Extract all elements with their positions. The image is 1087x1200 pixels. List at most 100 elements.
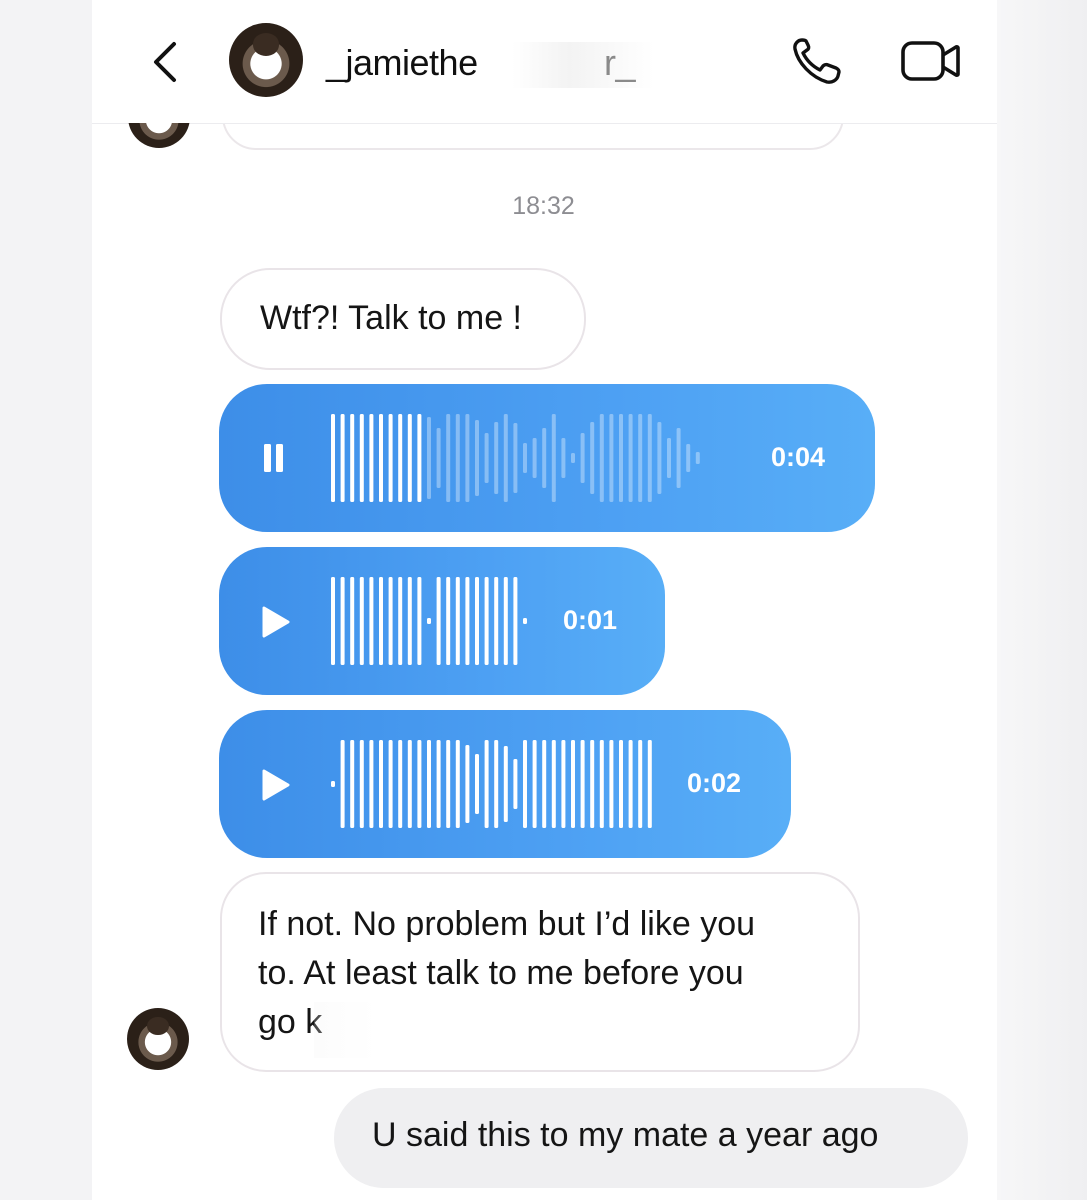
waveform-bar	[609, 740, 614, 828]
waveform[interactable]	[329, 384, 749, 532]
header-divider	[92, 123, 997, 124]
waveform-bar	[647, 740, 652, 828]
avatar[interactable]	[229, 23, 303, 97]
chat-username-tail: r_	[604, 42, 636, 83]
voice-duration: 0:02	[687, 768, 742, 798]
waveform-bar	[580, 433, 585, 483]
waveform-bar	[503, 746, 508, 822]
waveform-bar	[523, 443, 527, 473]
waveform-bar	[475, 420, 479, 496]
waveform-bar	[436, 428, 441, 488]
voice-duration: 0:04	[771, 442, 826, 472]
received-message[interactable]: Wtf?! Talk to me !	[220, 268, 586, 370]
chat-username[interactable]: _jamiethe	[326, 42, 478, 84]
waveform-bar	[599, 740, 604, 828]
waveform-bar	[494, 740, 499, 828]
voice-message[interactable]: 0:04	[219, 384, 875, 532]
background-edge	[997, 0, 1087, 1200]
waveform-bar	[369, 577, 374, 665]
waveform-bar	[638, 414, 643, 502]
waveform-bar	[523, 740, 527, 828]
received-message[interactable]: If not. No problem but I’d like you to. …	[220, 872, 860, 1072]
waveform[interactable]	[329, 710, 667, 858]
message-timestamp: 18:32	[512, 192, 575, 220]
waveform-bar	[475, 754, 479, 814]
waveform-bar	[359, 740, 364, 828]
waveform-bar	[455, 740, 460, 828]
waveform-bar	[455, 414, 460, 502]
waveform-bar	[657, 422, 662, 494]
waveform-bar	[494, 422, 499, 494]
waveform-bar	[551, 414, 556, 502]
waveform-bar	[465, 745, 470, 823]
waveform-bar	[686, 444, 691, 472]
waveform-bar	[340, 414, 345, 502]
waveform-bar	[494, 577, 499, 665]
waveform-bar	[379, 740, 383, 828]
waveform-bar	[436, 740, 441, 828]
play-icon[interactable]	[261, 605, 291, 639]
chevron-left-icon[interactable]	[146, 38, 186, 86]
waveform-bar	[503, 577, 508, 665]
waveform-bar	[388, 577, 393, 665]
waveform-bar	[571, 740, 575, 828]
waveform-bar	[369, 740, 374, 828]
waveform-bar	[350, 414, 355, 502]
waveform-bar	[369, 414, 374, 502]
waveform-bar	[417, 414, 422, 502]
waveform-bar	[417, 740, 422, 828]
waveform-bar	[638, 740, 643, 828]
waveform-bar	[571, 453, 575, 463]
waveform-bar	[619, 414, 623, 502]
waveform-bar	[359, 414, 364, 502]
waveform-bar	[475, 577, 479, 665]
waveform-bar	[561, 740, 566, 828]
waveform-bar	[379, 577, 383, 665]
waveform-bar	[523, 618, 527, 624]
waveform-bar	[484, 577, 489, 665]
voice-message[interactable]: 0:02	[219, 710, 791, 858]
video-camera-icon[interactable]	[900, 38, 962, 84]
waveform-bar	[580, 740, 585, 828]
voice-message[interactable]: 0:01	[219, 547, 665, 695]
waveform-bar	[513, 577, 518, 665]
waveform-bar	[427, 618, 431, 624]
waveform-bar	[359, 577, 364, 665]
waveform-bar	[465, 414, 470, 502]
waveform[interactable]	[329, 547, 543, 695]
waveform-bar	[350, 740, 355, 828]
waveform-bar	[407, 414, 412, 502]
waveform-bar	[503, 414, 508, 502]
redaction-blur	[314, 1002, 494, 1058]
waveform-bar	[340, 740, 345, 828]
sent-message[interactable]: U said this to my mate a year ago	[334, 1088, 968, 1188]
waveform-bar	[542, 740, 547, 828]
waveform-bar	[398, 414, 403, 502]
waveform-bar	[331, 781, 335, 787]
waveform-bar	[628, 740, 633, 828]
waveform-bar	[695, 452, 700, 464]
waveform-bar	[350, 577, 355, 665]
waveform-bar	[455, 577, 460, 665]
waveform-bar	[446, 740, 451, 828]
waveform-bar	[513, 759, 518, 809]
waveform-bar	[417, 577, 422, 665]
waveform-bar	[628, 414, 633, 502]
waveform-bar	[436, 577, 441, 665]
avatar[interactable]	[127, 1008, 189, 1070]
waveform-bar	[532, 740, 537, 828]
waveform-bar	[484, 740, 489, 828]
phone-icon[interactable]	[790, 36, 844, 86]
waveform-bar	[676, 428, 681, 488]
message-text: U said this to my mate a year ago	[372, 1116, 879, 1154]
waveform-bar	[465, 577, 470, 665]
pause-icon[interactable]	[263, 442, 285, 474]
play-icon[interactable]	[261, 768, 291, 802]
waveform-bar	[446, 414, 451, 502]
waveform-bar	[427, 417, 431, 499]
waveform-bar	[647, 414, 652, 502]
waveform-bar	[590, 422, 595, 494]
waveform-bar	[561, 438, 566, 478]
waveform-bar	[590, 740, 595, 828]
waveform-bar	[407, 740, 412, 828]
